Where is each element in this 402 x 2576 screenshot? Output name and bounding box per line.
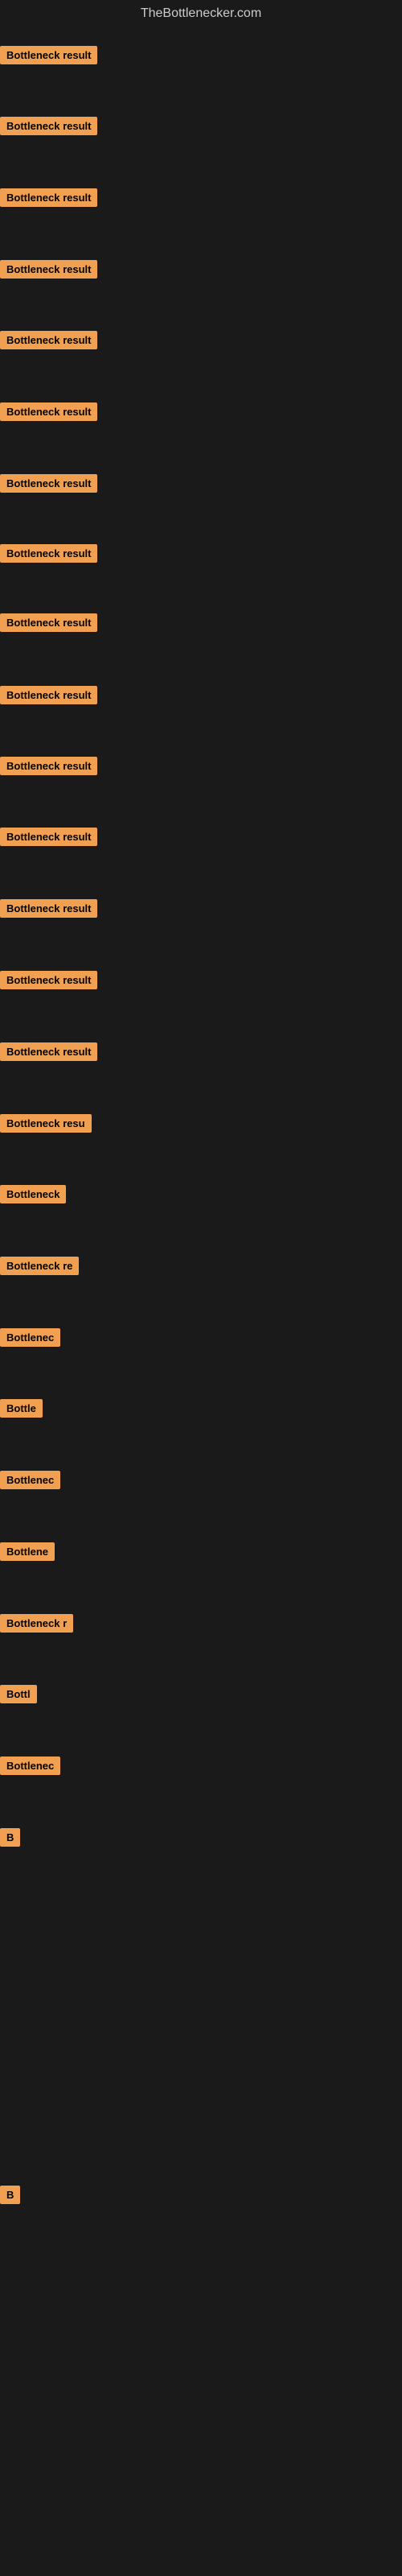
- bottleneck-item-6: Bottleneck result: [0, 402, 97, 421]
- bottleneck-item-9: Bottleneck result: [0, 613, 97, 632]
- bottleneck-item-13: Bottleneck result: [0, 899, 97, 918]
- bottleneck-badge-24: Bottl: [0, 1685, 37, 1703]
- bottleneck-badge-3: Bottleneck result: [0, 188, 97, 207]
- bottleneck-item-7: Bottleneck result: [0, 474, 97, 493]
- bottleneck-badge-15: Bottleneck result: [0, 1042, 97, 1061]
- bottleneck-item-10: Bottleneck result: [0, 686, 97, 704]
- bottleneck-badge-25: Bottlenec: [0, 1757, 60, 1775]
- bottleneck-item-17: Bottleneck: [0, 1185, 66, 1203]
- bottleneck-badge-10: Bottleneck result: [0, 686, 97, 704]
- bottleneck-badge-1: Bottleneck result: [0, 46, 97, 64]
- bottleneck-badge-2: Bottleneck result: [0, 117, 97, 135]
- bottleneck-badge-8: Bottleneck result: [0, 544, 97, 563]
- bottleneck-badge-21: Bottlenec: [0, 1471, 60, 1489]
- bottleneck-badge-13: Bottleneck result: [0, 899, 97, 918]
- bottleneck-badge-20: Bottle: [0, 1399, 43, 1418]
- bottleneck-item-3: Bottleneck result: [0, 188, 97, 207]
- bottleneck-badge-26: B: [0, 1828, 20, 1847]
- bottleneck-badge-18: Bottleneck re: [0, 1257, 79, 1275]
- bottleneck-badge-19: Bottlenec: [0, 1328, 60, 1347]
- bottleneck-badge-23: Bottleneck r: [0, 1614, 73, 1633]
- bottleneck-item-20: Bottle: [0, 1399, 43, 1418]
- bottleneck-item-1: Bottleneck result: [0, 46, 97, 64]
- bottleneck-item-26: B: [0, 1828, 20, 1847]
- bottleneck-badge-7: Bottleneck result: [0, 474, 97, 493]
- bottleneck-item-21: Bottlenec: [0, 1471, 60, 1489]
- bottleneck-item-22: Bottlene: [0, 1542, 55, 1561]
- bottleneck-item-4: Bottleneck result: [0, 260, 97, 279]
- bottleneck-item-14: Bottleneck result: [0, 971, 97, 989]
- bottleneck-item-11: Bottleneck result: [0, 757, 97, 775]
- bottleneck-badge-9: Bottleneck result: [0, 613, 97, 632]
- bottleneck-item-16: Bottleneck resu: [0, 1114, 92, 1133]
- bottleneck-item-24: Bottl: [0, 1685, 37, 1703]
- bottleneck-item-19: Bottlenec: [0, 1328, 60, 1347]
- bottleneck-item-8: Bottleneck result: [0, 544, 97, 563]
- bottleneck-badge-6: Bottleneck result: [0, 402, 97, 421]
- bottleneck-item-15: Bottleneck result: [0, 1042, 97, 1061]
- bottleneck-item-31: B: [0, 2186, 20, 2204]
- bottleneck-item-12: Bottleneck result: [0, 828, 97, 846]
- bottleneck-item-18: Bottleneck re: [0, 1257, 79, 1275]
- bottleneck-badge-5: Bottleneck result: [0, 331, 97, 349]
- bottleneck-badge-12: Bottleneck result: [0, 828, 97, 846]
- bottleneck-item-2: Bottleneck result: [0, 117, 97, 135]
- bottleneck-badge-4: Bottleneck result: [0, 260, 97, 279]
- bottleneck-badge-16: Bottleneck resu: [0, 1114, 92, 1133]
- bottleneck-item-25: Bottlenec: [0, 1757, 60, 1775]
- bottleneck-badge-11: Bottleneck result: [0, 757, 97, 775]
- bottleneck-badge-17: Bottleneck: [0, 1185, 66, 1203]
- bottleneck-item-23: Bottleneck r: [0, 1614, 73, 1633]
- bottleneck-badge-14: Bottleneck result: [0, 971, 97, 989]
- bottleneck-item-5: Bottleneck result: [0, 331, 97, 349]
- site-title: TheBottlenecker.com: [0, 0, 402, 27]
- bottleneck-badge-22: Bottlene: [0, 1542, 55, 1561]
- bottleneck-badge-31: B: [0, 2186, 20, 2204]
